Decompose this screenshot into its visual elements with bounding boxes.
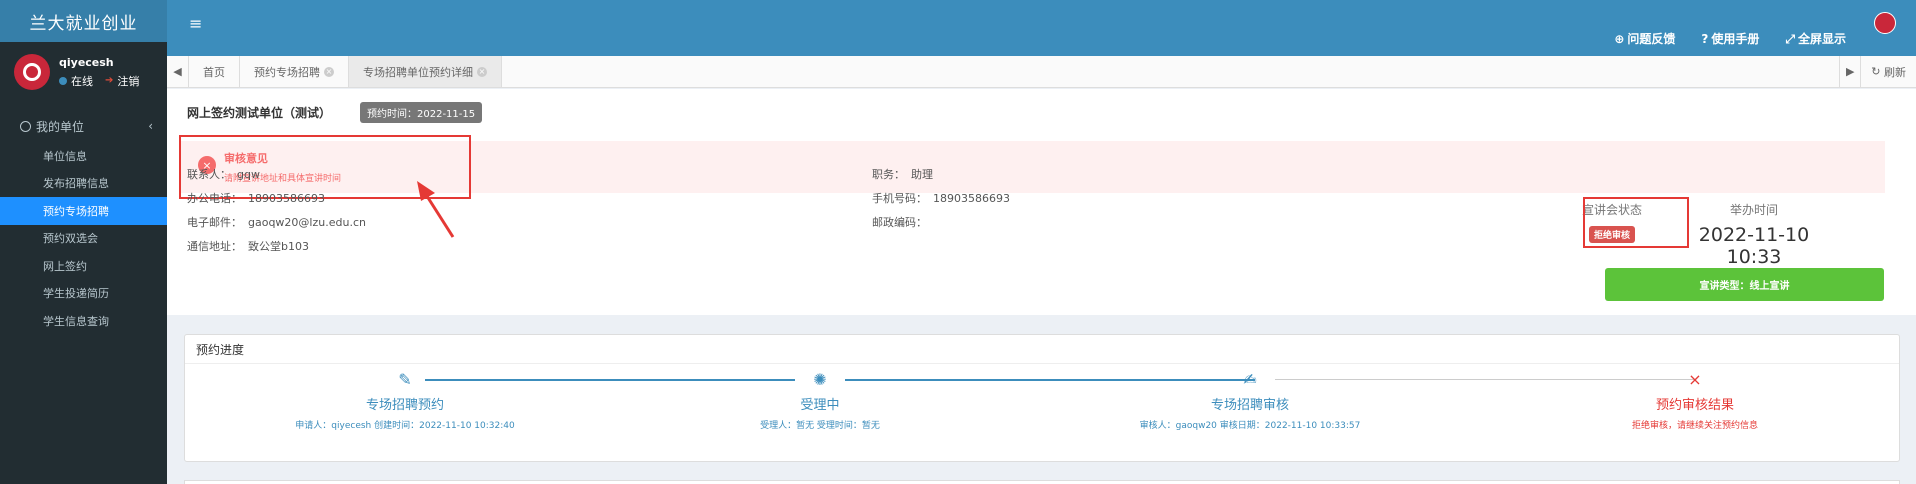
tabs-right: ▶ ↻ 刷新 <box>1839 56 1916 87</box>
refresh-button[interactable]: ↻ 刷新 <box>1861 56 1916 87</box>
position-value: 助理 <box>911 168 933 181</box>
hold-time-column: 举办时间 2022-11-10 10:33 <box>1689 201 1819 268</box>
question-circle-icon: ⊕ <box>1614 32 1625 46</box>
sidebar-item-book-special-recruitment[interactable]: 预约专场招聘 <box>0 197 167 225</box>
brand-logo[interactable]: 兰大就业创业 <box>0 0 167 42</box>
sidebar-item-book-job-fair[interactable]: 预约双选会 <box>0 225 167 253</box>
close-icon: × <box>1688 370 1702 389</box>
sidebar-item-publish-recruitment[interactable]: 发布招聘信息 <box>0 170 167 198</box>
position-row: 职务： 助理 <box>872 168 933 181</box>
contact-row: 联系人： gqw <box>187 168 260 181</box>
address-value: 致公堂b103 <box>248 240 309 253</box>
tab-book-special-recruitment[interactable]: 预约专场招聘 × <box>240 56 349 87</box>
tab-home[interactable]: 首页 <box>189 56 240 87</box>
sidebar-item-student-query[interactable]: 学生信息查询 <box>0 307 167 335</box>
office-phone-value: 18903586693 <box>248 192 325 205</box>
online-dot-icon <box>59 76 67 85</box>
address-row: 通信地址： 致公堂b103 <box>187 240 309 253</box>
detail-panel: 网上签约测试单位（测试） 预约时间：2022-11-15 × 审核意见 请附宣讲… <box>167 89 1916 315</box>
sidebar-menu: 单位信息 发布招聘信息 预约专场招聘 预约双选会 网上签约 学生投递简历 学生信… <box>0 142 167 335</box>
app-root: 兰大就业创业 qiyecesh 在线 ➔ 注销 我的单位 ‹ 单位信息 发布招聘… <box>0 0 1916 484</box>
main-content: 网上签约测试单位（测试） 预约时间：2022-11-15 × 审核意见 请附宣讲… <box>167 89 1916 484</box>
header-avatar[interactable] <box>1874 12 1896 34</box>
refresh-icon: ↻ <box>1871 65 1881 78</box>
manual-link[interactable]: ? 使用手册 <box>1701 30 1759 47</box>
sidebar-item-student-resumes[interactable]: 学生投递简历 <box>0 280 167 308</box>
fullscreen-icon: ⤢ <box>1785 32 1795 46</box>
tabs-bar: ◀ 首页 预约专场招聘 × 专场招聘单位预约详细 × ▶ ↻ 刷新 <box>167 56 1916 88</box>
unit-name: 网上签约测试单位（测试） <box>187 106 332 120</box>
presentation-type-button[interactable]: 宣讲类型：线上宣讲 <box>1605 268 1884 301</box>
sidebar-item-online-signing[interactable]: 网上签约 <box>0 252 167 280</box>
step-processing: ✺ 受理中 受理人：暂无 受理时间：暂无 <box>670 370 970 431</box>
office-phone-row: 办公电话： 18903586693 <box>187 192 325 205</box>
sidebar: 兰大就业创业 qiyecesh 在线 ➔ 注销 我的单位 ‹ 单位信息 发布招聘… <box>0 0 167 484</box>
avatar <box>14 54 50 90</box>
user-status: 在线 ➔ 注销 <box>59 73 139 89</box>
tabs-scroll-left-icon[interactable]: ◀ <box>167 56 189 87</box>
sidebar-item-unit-info[interactable]: 单位信息 <box>0 142 167 170</box>
progress-title: 预约进度 <box>185 335 1899 364</box>
logout-link[interactable]: 注销 <box>117 73 139 89</box>
chevron-left-icon: ‹ <box>148 119 153 133</box>
close-icon[interactable]: × <box>324 66 334 77</box>
progress-panel: 预约进度 ✎ 专场招聘预约 申请人：qiyecesh 创建时间：2022-11-… <box>184 334 1900 462</box>
tabs-scroll-right-icon[interactable]: ▶ <box>1839 56 1862 87</box>
tab-recruitment-detail[interactable]: 专场招聘单位预约详细 × <box>349 56 502 87</box>
contact-value: gqw <box>237 168 260 181</box>
book-time-badge: 预约时间：2022-11-15 <box>360 102 483 123</box>
email-row: 电子邮件： gaoqw20@lzu.edu.cn <box>187 216 366 229</box>
mobile-row: 手机号码： 18903586693 <box>872 192 1010 205</box>
step-result: × 预约审核结果 拒绝审核，请继续关注预约信息 <box>1545 370 1845 431</box>
next-panel-edge <box>184 480 1900 484</box>
mobile-value: 18903586693 <box>933 192 1010 205</box>
edit-icon: ✍ <box>1243 370 1257 389</box>
step-review: ✍ 专场招聘审核 审核人：gaoqw20 审核日期：2022-11-10 10:… <box>1100 370 1400 431</box>
logout-icon[interactable]: ➔ <box>105 75 113 86</box>
feedback-link[interactable]: ⊕ 问题反馈 <box>1614 30 1675 47</box>
highlight-box-status <box>1583 197 1689 248</box>
menu-toggle-icon[interactable]: ≡ <box>189 14 202 33</box>
user-name: qiyecesh <box>59 55 114 69</box>
annotation-arrow-icon <box>417 181 455 238</box>
hold-time-title: 举办时间 <box>1729 203 1778 217</box>
fullscreen-link[interactable]: ⤢ 全屏显示 <box>1785 30 1846 47</box>
help-icon: ? <box>1701 32 1709 46</box>
top-header: ≡ ⊕ 问题反馈 ? 使用手册 ⤢ 全屏显示 <box>167 0 1916 56</box>
close-icon[interactable]: × <box>477 66 487 77</box>
step-booking: ✎ 专场招聘预约 申请人：qiyecesh 创建时间：2022-11-10 10… <box>255 370 555 431</box>
pencil-icon: ✎ <box>398 370 412 389</box>
user-info: qiyecesh 在线 ➔ 注销 <box>59 56 139 89</box>
online-status: 在线 <box>71 74 93 88</box>
user-circle-icon <box>20 120 31 132</box>
header-links: ⊕ 问题反馈 ? 使用手册 ⤢ 全屏显示 <box>1614 30 1846 47</box>
postcode-row: 邮政编码： <box>872 216 927 229</box>
menu-group-label: 我的单位 <box>36 119 85 134</box>
email-value: gaoqw20@lzu.edu.cn <box>248 216 366 229</box>
hold-time-value: 2022-11-10 10:33 <box>1698 224 1810 268</box>
spinner-icon: ✺ <box>813 370 827 389</box>
user-panel: qiyecesh 在线 ➔ 注销 <box>0 42 167 102</box>
menu-group-my-unit[interactable]: 我的单位 ‹ <box>0 110 167 142</box>
